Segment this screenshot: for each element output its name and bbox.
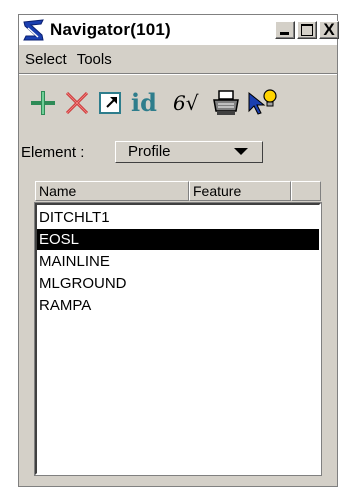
- element-list[interactable]: DITCHLT1 EOSL MAINLINE MLGROUND RAMPA: [34, 202, 322, 476]
- menu-select[interactable]: Select: [25, 51, 67, 68]
- menu-bar: Select Tools: [19, 46, 337, 72]
- print-icon[interactable]: [211, 87, 241, 119]
- maximize-button[interactable]: [297, 21, 317, 39]
- list-item[interactable]: MAINLINE: [37, 251, 319, 272]
- menu-separator: [19, 73, 337, 75]
- title-bar[interactable]: Navigator(101) X: [19, 15, 339, 45]
- toolbar: id 6√: [19, 87, 337, 123]
- id-icon-label: id: [131, 88, 157, 117]
- close-icon: X: [323, 20, 335, 39]
- navigator-window: Navigator(101) X Select Tools id 6√ Elem…: [18, 14, 339, 487]
- id-icon[interactable]: id: [129, 87, 167, 119]
- delete-x-icon[interactable]: [63, 87, 91, 119]
- review-icon-label: 6√: [173, 91, 199, 115]
- close-button[interactable]: X: [319, 20, 339, 39]
- element-row: Element : Profile: [19, 139, 337, 167]
- dropdown-arrow-icon[interactable]: [234, 148, 248, 155]
- add-plus-icon[interactable]: [29, 87, 57, 119]
- column-header-name[interactable]: Name: [35, 181, 189, 201]
- review-glasses-icon[interactable]: 6√: [171, 87, 207, 119]
- minimize-button[interactable]: [275, 21, 295, 39]
- app-logo-icon: [23, 19, 44, 41]
- window-area-icon[interactable]: [97, 87, 125, 119]
- element-label: Element :: [21, 144, 85, 161]
- element-dropdown[interactable]: Profile: [115, 141, 263, 163]
- column-header-feature[interactable]: Feature: [189, 181, 291, 201]
- list-item-selected[interactable]: EOSL: [37, 229, 319, 250]
- list-item[interactable]: RAMPA: [37, 295, 319, 316]
- pointer-bulb-icon[interactable]: [245, 87, 279, 119]
- list-header: Name Feature: [35, 181, 321, 201]
- window-title: Navigator(101): [50, 20, 171, 39]
- column-header-extra[interactable]: [291, 181, 321, 201]
- list-item[interactable]: MLGROUND: [37, 273, 319, 294]
- list-item[interactable]: DITCHLT1: [37, 207, 319, 228]
- menu-tools[interactable]: Tools: [77, 51, 112, 68]
- element-dropdown-value: Profile: [128, 143, 171, 160]
